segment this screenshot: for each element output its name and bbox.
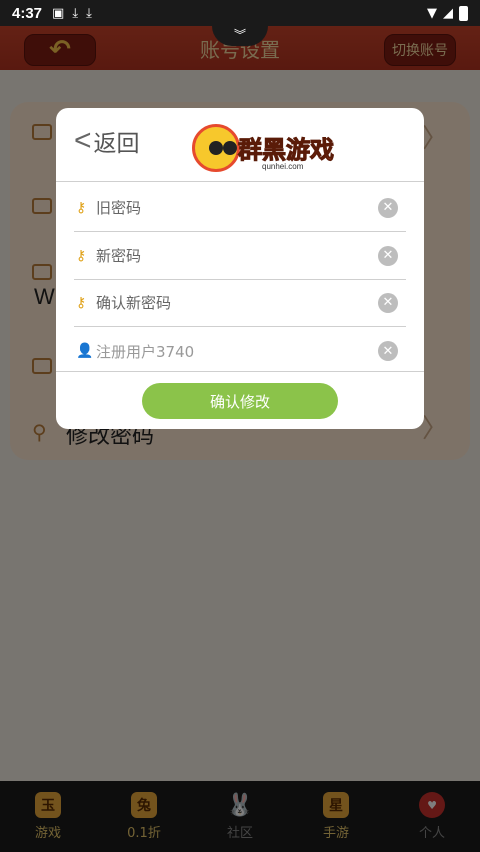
chevron-left-icon: < <box>74 124 92 157</box>
logo-title: 群黑游戏 <box>238 136 335 165</box>
divider <box>56 181 424 182</box>
username-field[interactable]: 👤 注册用户3740 ✕ <box>74 327 406 375</box>
photo-icon: ▣ <box>52 5 65 21</box>
clear-icon[interactable]: ✕ <box>378 341 398 361</box>
mascot-icon <box>192 124 240 172</box>
chevron-down-icon: ︾ <box>233 28 246 42</box>
confirm-change-button[interactable]: 确认修改 <box>142 383 338 419</box>
status-right: ▼ ◢ <box>427 5 468 21</box>
battery-icon <box>459 5 468 21</box>
new-password-placeholder: 新密码 <box>96 247 142 265</box>
clear-icon[interactable]: ✕ <box>378 197 398 218</box>
clear-icon[interactable]: ✕ <box>378 292 398 313</box>
modal-back-button[interactable]: < 返回 <box>74 124 140 158</box>
status-bar: 4:37 ▣ ⤓ ⤓ ▼ ◢ <box>0 0 480 26</box>
key-icon: ⚷ <box>76 199 87 216</box>
old-password-placeholder: 旧密码 <box>96 199 142 217</box>
confirm-password-field[interactable]: ⚷ 确认新密码 ✕ <box>74 279 406 327</box>
status-time: 4:37 <box>12 4 43 22</box>
logo-subtitle: qunhei.com <box>262 162 304 171</box>
back-label: 返回 <box>93 131 140 157</box>
confirm-password-placeholder: 确认新密码 <box>96 294 172 312</box>
wifi-icon: ▼ <box>427 5 437 21</box>
download-icon: ⤓ <box>72 5 79 21</box>
download-icon: ⤓ <box>86 5 92 21</box>
user-icon: 👤 <box>76 343 94 359</box>
signal-icon: ◢ <box>443 5 453 21</box>
old-password-field[interactable]: ⚷ 旧密码 ✕ <box>74 184 406 232</box>
clear-icon[interactable]: ✕ <box>378 245 398 266</box>
new-password-field[interactable]: ⚷ 新密码 ✕ <box>74 232 406 280</box>
key-icon: ⚷ <box>76 294 87 311</box>
username-placeholder: 注册用户3740 <box>96 342 195 361</box>
divider <box>56 371 424 372</box>
qunhei-logo: 群黑游戏 qunhei.com <box>192 118 342 178</box>
key-icon: ⚷ <box>76 247 87 264</box>
change-password-dialog: < 返回 群黑游戏 qunhei.com ⚷ 旧密码 ✕ ⚷ 新密码 ✕ ⚷ 确… <box>56 108 424 429</box>
